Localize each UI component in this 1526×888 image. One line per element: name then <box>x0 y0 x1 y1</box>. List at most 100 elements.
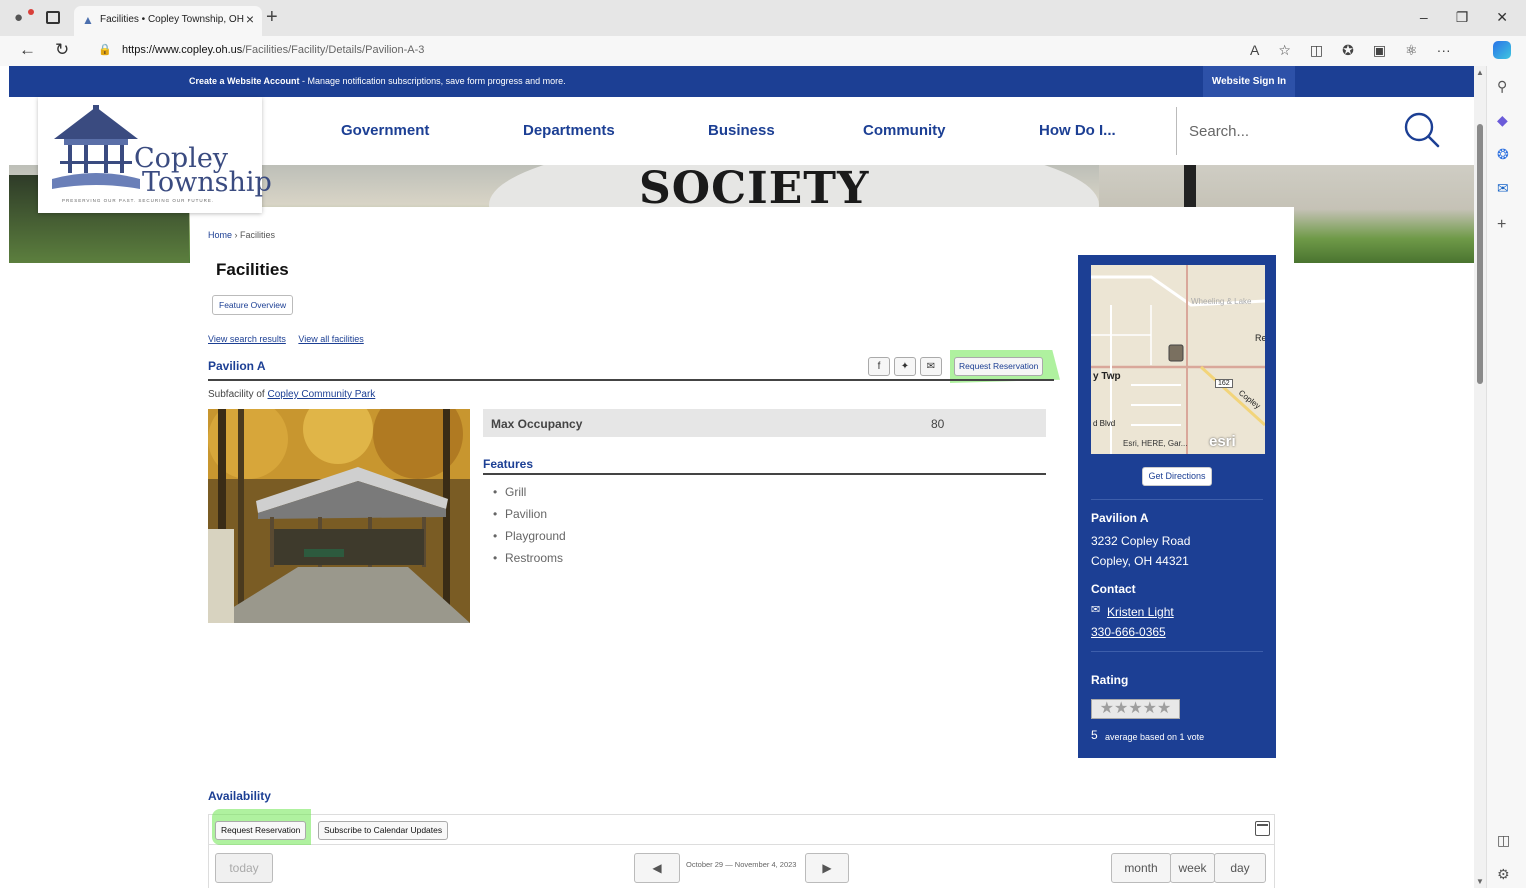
back-icon[interactable]: ← <box>19 40 36 60</box>
breadcrumb-current: Facilities <box>240 230 276 240</box>
scroll-up-icon[interactable]: ▲ <box>1476 68 1484 77</box>
gazebo-favicon-icon: ▲ <box>82 13 94 27</box>
map-label: Re <box>1255 333 1265 343</box>
window-controls: – ❐ ✕ <box>1420 9 1508 26</box>
scroll-down-icon[interactable]: ▼ <box>1476 877 1484 886</box>
facility-photo[interactable] <box>208 409 470 623</box>
map-label: d Blvd <box>1093 419 1116 428</box>
add-sidebar-icon[interactable]: + <box>1497 216 1506 234</box>
site-search-input[interactable] <box>1189 115 1389 147</box>
sidebar-toggle-icon[interactable]: ◫ <box>1497 832 1510 849</box>
nav-business[interactable]: Business <box>708 122 775 139</box>
calendar-icon[interactable] <box>1255 821 1270 836</box>
contact-phone-link[interactable]: 330-666-0365 <box>1091 625 1166 639</box>
edge-sidebar: ⚲ ◆ ❂ ✉ + ◫ ⚙ <box>1486 66 1526 888</box>
subscribe-calendar-button[interactable]: Subscribe to Calendar Updates <box>318 821 449 840</box>
pavilion-photo-image <box>208 409 470 623</box>
search-sidebar-icon[interactable]: ⚲ <box>1497 78 1507 95</box>
address-line-2: Copley, OH 44321 <box>1091 554 1189 568</box>
rating-heading: Rating <box>1091 673 1129 687</box>
twitter-share-icon[interactable]: ✦ <box>894 357 916 376</box>
reload-icon[interactable]: ↻ <box>55 40 69 60</box>
get-directions-button[interactable]: Get Directions <box>1142 467 1212 486</box>
tab-actions-icon[interactable] <box>46 11 60 24</box>
lock-icon[interactable]: 🔒 <box>98 43 112 56</box>
address-bar: ← ↻ 🔒 https://www.copley.oh.us/Facilitie… <box>0 36 1526 66</box>
availability-heading: Availability <box>208 789 271 803</box>
new-tab-icon[interactable]: + <box>266 6 278 29</box>
map-attribution: Esri, HERE, Gar... <box>1123 439 1188 448</box>
settings-gear-icon[interactable]: ⚙ <box>1497 866 1510 883</box>
address-line-1: 3232 Copley Road <box>1091 534 1191 548</box>
read-aloud-icon[interactable]: A <box>1250 42 1259 59</box>
scroll-thumb[interactable] <box>1477 124 1483 384</box>
page-viewport: Create a Website Account - Manage notifi… <box>9 66 1474 888</box>
location-map[interactable]: Wheeling & Lake Re y Twp 162 Copley d Bl… <box>1091 265 1265 454</box>
star-rating-widget[interactable]: ★★★★★ <box>1091 699 1180 719</box>
calendar-week-view[interactable]: week <box>1170 853 1215 883</box>
calendar-day-view[interactable]: day <box>1214 853 1266 883</box>
sidebar-divider <box>1091 499 1263 500</box>
esri-logo: esri <box>1209 433 1236 450</box>
calendar-request-reservation-button[interactable]: Request Reservation <box>215 821 307 840</box>
page-scrollbar[interactable]: ▲ ▼ <box>1474 66 1486 888</box>
feature-overview-button[interactable]: Feature Overview <box>212 295 294 315</box>
calendar-next-button[interactable]: ▶ <box>805 853 849 883</box>
email-share-icon[interactable]: ✉ <box>920 357 942 376</box>
more-menu-icon[interactable]: ··· <box>1437 42 1451 59</box>
view-all-facilities-link[interactable]: View all facilities <box>298 334 363 344</box>
view-search-results-link[interactable]: View search results <box>208 334 286 344</box>
features-heading: Features <box>483 457 534 471</box>
hero-post <box>1184 165 1196 210</box>
calendar-today-button[interactable]: today <box>215 853 273 883</box>
calendar-month-view[interactable]: month <box>1111 853 1171 883</box>
request-reservation-button[interactable]: Request Reservation <box>954 357 1044 376</box>
shopping-icon[interactable]: ◆ <box>1497 112 1508 129</box>
calendar-date-range: October 29 — November 4, 2023 <box>686 860 797 869</box>
restore-icon[interactable]: ❐ <box>1456 9 1469 26</box>
contact-name-link[interactable]: Kristen Light <box>1107 605 1174 619</box>
site-logo[interactable]: Copley Township PRESERVING OUR PAST. SEC… <box>38 97 272 213</box>
rating-value: 5 <box>1091 728 1098 742</box>
address-bar-actions: A ☆ ◫ ✪ ▣ ⚛ ··· <box>1250 42 1451 59</box>
minimize-icon[interactable]: – <box>1420 9 1428 26</box>
website-sign-in-button[interactable]: Website Sign In <box>1203 66 1295 97</box>
search-icon[interactable] <box>1403 111 1441 149</box>
profile-icon[interactable]: ● <box>14 9 34 27</box>
close-window-icon[interactable]: ✕ <box>1496 9 1508 26</box>
result-links: View search results View all facilities <box>208 334 374 344</box>
tools-icon[interactable]: ❂ <box>1497 146 1509 163</box>
copley-community-park-link[interactable]: Copley Community Park <box>267 389 375 400</box>
max-occupancy-value: 80 <box>931 417 945 431</box>
split-screen-icon[interactable]: ◫ <box>1310 42 1323 59</box>
url-field[interactable]: 🔒 https://www.copley.oh.us/Facilities/Fa… <box>86 39 1310 63</box>
logo-tagline: PRESERVING OUR PAST. SECURING OUR FUTURE… <box>62 198 215 203</box>
list-item: Grill <box>493 481 566 503</box>
nav-how-do-i[interactable]: How Do I... <box>1039 122 1116 139</box>
gazebo-logo-icon <box>52 105 140 189</box>
email-icon: ✉ <box>1091 604 1101 616</box>
breadcrumb-home-link[interactable]: Home <box>208 230 232 240</box>
calendar-prev-button[interactable]: ◀ <box>634 853 680 883</box>
breadcrumb: Home › Facilities <box>208 230 276 240</box>
sidebar-divider <box>1091 651 1263 652</box>
contact-heading: Contact <box>1091 582 1136 596</box>
tab-title: Facilities • Copley Township, OH <box>100 14 244 25</box>
copilot-icon[interactable] <box>1493 41 1511 59</box>
collections-icon[interactable]: ▣ <box>1373 42 1386 59</box>
browser-tab[interactable]: ▲ Facilities • Copley Township, OH × <box>74 6 262 36</box>
outlook-icon[interactable]: ✉ <box>1497 180 1509 197</box>
nav-government[interactable]: Government <box>341 122 429 139</box>
favorites-icon[interactable]: ✪ <box>1342 42 1354 59</box>
account-topbar: Create a Website Account - Manage notifi… <box>9 66 1474 97</box>
sidebar-facility-name: Pavilion A <box>1091 511 1149 525</box>
nav-community[interactable]: Community <box>863 122 946 139</box>
favorite-star-icon[interactable]: ☆ <box>1278 42 1291 59</box>
extensions-icon[interactable]: ⚛ <box>1405 42 1418 59</box>
nav-departments[interactable]: Departments <box>523 122 615 139</box>
browser-tab-bar: ● ▲ Facilities • Copley Township, OH × +… <box>0 0 1526 36</box>
map-label: 162 <box>1215 379 1233 388</box>
facebook-share-icon[interactable]: f <box>868 357 890 376</box>
create-account-link[interactable]: Create a Website Account <box>189 76 300 86</box>
close-tab-icon[interactable]: × <box>246 11 254 27</box>
